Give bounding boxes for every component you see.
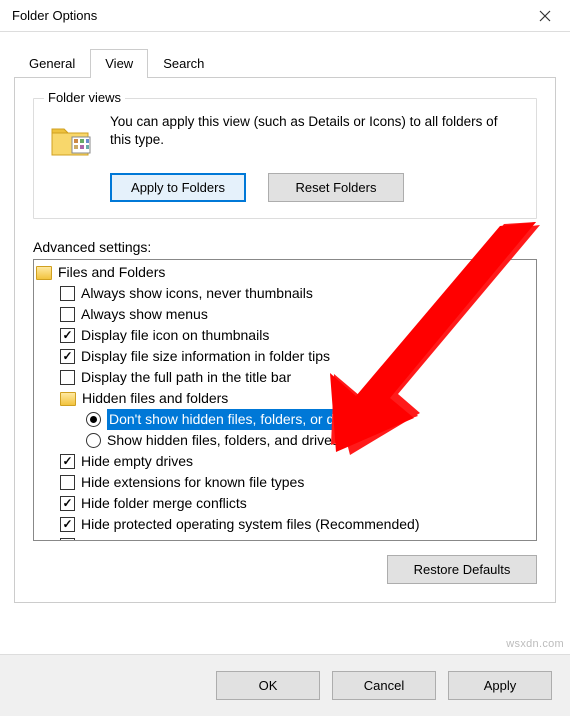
- watermark: wsxdn.com: [506, 638, 564, 650]
- close-icon: [539, 10, 551, 22]
- folder-views-label: Folder views: [44, 90, 125, 105]
- folder-views-group: Folder views You can apply this view (su…: [33, 98, 537, 219]
- tree-label: Always show icons, never thumbnails: [81, 283, 313, 304]
- checkbox[interactable]: [60, 517, 75, 532]
- tree-label: Display file icon on thumbnails: [81, 325, 269, 346]
- checkbox[interactable]: [60, 475, 75, 490]
- tree-label: Show hidden files, folders, and drives: [107, 430, 339, 451]
- tree-item[interactable]: Always show menus: [34, 304, 536, 325]
- apply-button[interactable]: Apply: [448, 671, 552, 700]
- checkbox[interactable]: [60, 307, 75, 322]
- tree-label: Hide protected operating system files (R…: [81, 514, 420, 535]
- tree-label: Launch folder windows in a separate proc…: [81, 535, 361, 541]
- tab-panel-view: Folder views You can apply this view (su…: [14, 78, 556, 603]
- tree-item[interactable]: Hide folder merge conflicts: [34, 493, 536, 514]
- tree-label: Hide empty drives: [81, 451, 193, 472]
- tree-radio-show-hidden[interactable]: Show hidden files, folders, and drives: [34, 430, 536, 451]
- tab-general[interactable]: General: [14, 49, 90, 78]
- cancel-button[interactable]: Cancel: [332, 671, 436, 700]
- folder-views-icon: [50, 117, 94, 161]
- checkbox[interactable]: [60, 349, 75, 364]
- tab-search[interactable]: Search: [148, 49, 219, 78]
- tree-item[interactable]: Display the full path in the title bar: [34, 367, 536, 388]
- tab-view[interactable]: View: [90, 49, 148, 78]
- checkbox[interactable]: [60, 454, 75, 469]
- advanced-settings-label: Advanced settings:: [33, 239, 537, 255]
- radio[interactable]: [86, 412, 101, 427]
- advanced-settings-tree[interactable]: Files and Folders Always show icons, nev…: [33, 259, 537, 541]
- tree-label: Display the full path in the title bar: [81, 367, 291, 388]
- tree-label: Hide folder merge conflicts: [81, 493, 247, 514]
- checkbox[interactable]: [60, 538, 75, 541]
- tab-strip: General View Search: [14, 48, 556, 78]
- reset-folders-button[interactable]: Reset Folders: [268, 173, 404, 202]
- tree-label: Don't show hidden files, folders, or dri…: [107, 409, 366, 430]
- tree-node-files-and-folders[interactable]: Files and Folders: [34, 262, 536, 283]
- tree-label: Display file size information in folder …: [81, 346, 330, 367]
- tree-radio-dont-show-hidden[interactable]: Don't show hidden files, folders, or dri…: [34, 409, 536, 430]
- restore-defaults-button[interactable]: Restore Defaults: [387, 555, 537, 584]
- folder-icon: [60, 392, 76, 406]
- folder-icon: [36, 266, 52, 280]
- apply-to-folders-button[interactable]: Apply to Folders: [110, 173, 246, 202]
- checkbox[interactable]: [60, 496, 75, 511]
- tree-item[interactable]: Hide protected operating system files (R…: [34, 514, 536, 535]
- tree-item[interactable]: Hide empty drives: [34, 451, 536, 472]
- tree-label: Hidden files and folders: [82, 388, 228, 409]
- checkbox[interactable]: [60, 286, 75, 301]
- tree-label: Hide extensions for known file types: [81, 472, 304, 493]
- folder-views-description: You can apply this view (such as Details…: [110, 113, 520, 149]
- dialog-button-row: OK Cancel Apply: [0, 654, 570, 716]
- radio[interactable]: [86, 433, 101, 448]
- tree-item[interactable]: Display file icon on thumbnails: [34, 325, 536, 346]
- tree-item[interactable]: Display file size information in folder …: [34, 346, 536, 367]
- tree-item[interactable]: Launch folder windows in a separate proc…: [34, 535, 536, 541]
- tree-label: Files and Folders: [58, 262, 165, 283]
- tree-item[interactable]: Hide extensions for known file types: [34, 472, 536, 493]
- window-title: Folder Options: [12, 8, 97, 23]
- close-button[interactable]: [524, 2, 566, 30]
- titlebar: Folder Options: [0, 0, 570, 32]
- checkbox[interactable]: [60, 328, 75, 343]
- checkbox[interactable]: [60, 370, 75, 385]
- tree-label: Always show menus: [81, 304, 208, 325]
- tree-item[interactable]: Always show icons, never thumbnails: [34, 283, 536, 304]
- tree-node-hidden-files[interactable]: Hidden files and folders: [34, 388, 536, 409]
- ok-button[interactable]: OK: [216, 671, 320, 700]
